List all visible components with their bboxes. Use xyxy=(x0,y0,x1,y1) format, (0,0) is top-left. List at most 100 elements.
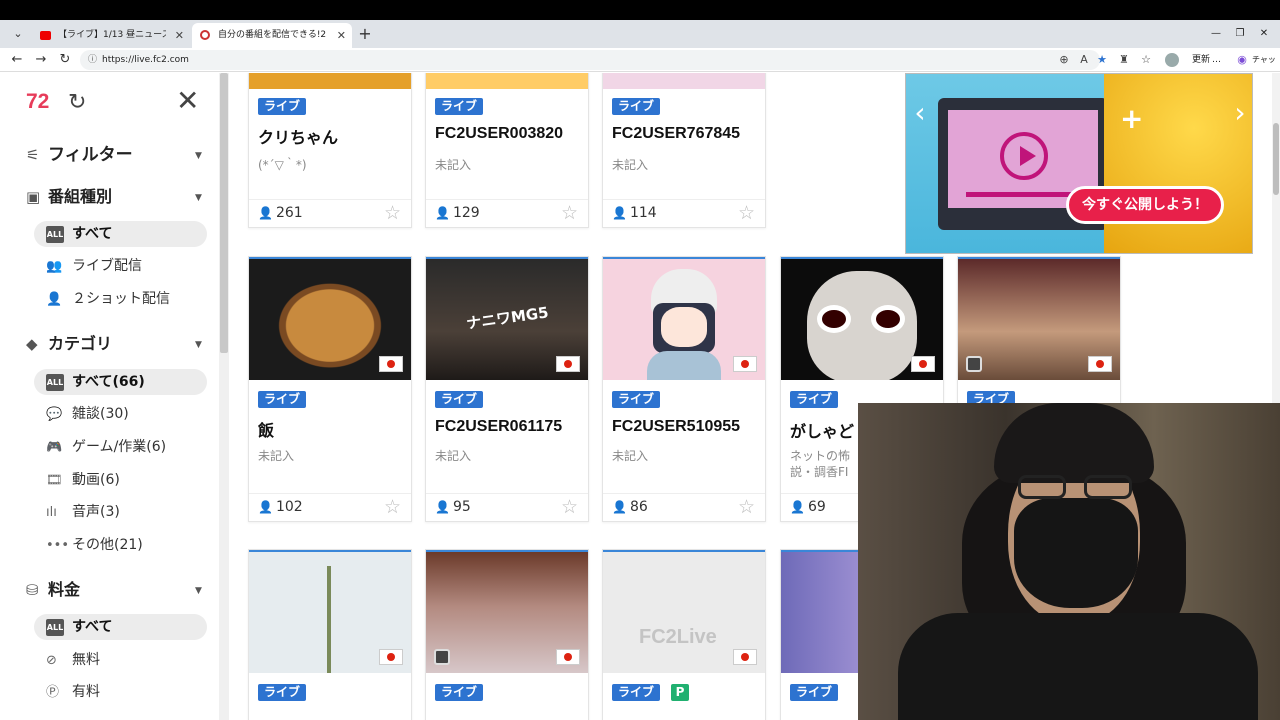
more-menu-icon[interactable]: … xyxy=(1212,51,1221,69)
favorite-star-icon[interactable]: ☆ xyxy=(738,202,755,224)
stream-thumbnail[interactable] xyxy=(249,550,411,673)
viewer-count: 👤 102 xyxy=(258,499,303,515)
category-audio[interactable]: ılı 音声(3) xyxy=(34,499,207,525)
stream-thumbnail[interactable] xyxy=(958,257,1120,380)
scrollbar-thumb[interactable] xyxy=(1273,123,1279,195)
favorite-star-icon[interactable]: ☆ xyxy=(384,202,401,224)
stream-thumbnail[interactable] xyxy=(603,257,765,380)
page-scrollbar[interactable] xyxy=(1272,73,1280,403)
section-title: カテゴリ xyxy=(48,334,113,353)
stream-thumbnail[interactable] xyxy=(781,257,943,380)
profile-avatar-icon[interactable] xyxy=(1165,53,1179,67)
zoom-icon[interactable]: ⊕ xyxy=(1056,51,1072,69)
url-field[interactable]: ⓘ https://live.fc2.com xyxy=(80,50,1100,70)
category-heading[interactable]: ◆ カテゴリ xyxy=(26,332,112,356)
site-info-icon[interactable]: ⓘ xyxy=(88,50,97,70)
favorite-star-icon[interactable]: ★ xyxy=(1094,51,1110,69)
extension-icon[interactable]: ♜ xyxy=(1116,51,1132,69)
close-window-icon[interactable]: ✕ xyxy=(1254,24,1274,44)
category-video[interactable]: 🎞 動画(6) xyxy=(34,467,207,493)
stream-thumbnail[interactable] xyxy=(249,257,411,380)
japan-flag-icon xyxy=(379,649,403,665)
program-type-two-shot[interactable]: 👤 ２ショット配信 xyxy=(34,286,207,312)
all-icon: ALL xyxy=(46,373,64,391)
favorite-star-icon[interactable]: ☆ xyxy=(384,496,401,518)
stream-card[interactable]: ナニワMG5 ライブ FC2USER061175 未記入 👤 95 ☆ xyxy=(425,256,589,522)
program-type-heading[interactable]: ▣ 番組種別 xyxy=(26,185,112,209)
plant-stem xyxy=(327,566,331,673)
stream-name: FC2USER510955 xyxy=(612,418,741,435)
favorite-star-icon[interactable]: ☆ xyxy=(561,202,578,224)
stream-description: (*´▽｀*) xyxy=(258,158,307,172)
category-game[interactable]: 🎮 ゲーム/作業(6) xyxy=(34,434,207,460)
category-all[interactable]: ALL すべて(66) xyxy=(34,369,207,395)
plus-icon: + xyxy=(1120,102,1144,135)
program-type-live[interactable]: 👥 ライブ配信 xyxy=(34,253,207,279)
refresh-icon[interactable]: ↻ xyxy=(68,90,86,115)
price-heading[interactable]: ⛁ 料金 xyxy=(26,578,80,602)
tab-close-icon[interactable]: ✕ xyxy=(175,23,184,48)
category-chat[interactable]: 💬 雑談(30) xyxy=(34,401,207,427)
program-type-all[interactable]: ALL すべて xyxy=(34,221,207,247)
ad-cta-button[interactable]: 今すぐ公開しよう！ xyxy=(1066,186,1224,224)
ad-next-icon[interactable]: › xyxy=(1226,96,1252,129)
collections-icon[interactable]: ☆ xyxy=(1138,51,1154,69)
play-icon xyxy=(1000,132,1048,180)
caret-down-icon[interactable]: ▼ xyxy=(195,151,202,161)
filter-heading[interactable]: ⚟ フィルター xyxy=(26,143,133,167)
filter-title: フィルター xyxy=(48,145,133,165)
sidebar-scrollbar[interactable] xyxy=(219,73,229,720)
favorite-star-icon[interactable]: ☆ xyxy=(561,496,578,518)
viewer-count: 👤 95 xyxy=(435,499,471,515)
chat-label[interactable]: チャット xyxy=(1252,51,1280,82)
stream-thumbnail[interactable] xyxy=(603,73,765,89)
scrollbar-thumb[interactable] xyxy=(220,73,228,353)
japan-flag-icon xyxy=(1088,356,1112,372)
stream-card[interactable]: ライブ FC2USER003820 未記入 👤 129 ☆ xyxy=(425,73,589,228)
stream-card[interactable]: ライブ FC2USER510955 未記入 👤 86 ☆ xyxy=(602,256,766,522)
stream-thumbnail[interactable] xyxy=(426,73,588,89)
person-icon: 👤 xyxy=(435,500,450,514)
new-tab-icon[interactable]: + xyxy=(356,24,374,44)
program-type-icon: ▣ xyxy=(26,188,41,206)
favorite-star-icon[interactable]: ☆ xyxy=(738,496,755,518)
category-other[interactable]: ••• その他(21) xyxy=(34,532,207,558)
live-badge: ライブ xyxy=(435,98,483,115)
stream-name: FC2USER003820 xyxy=(435,125,564,142)
minimize-icon[interactable]: — xyxy=(1206,24,1226,44)
refresh-label[interactable]: 更新 xyxy=(1192,51,1210,69)
stream-thumbnail[interactable]: FC2Live xyxy=(603,550,765,673)
ad-prev-icon[interactable]: ‹ xyxy=(906,96,934,129)
caret-down-icon[interactable]: ▼ xyxy=(195,193,202,203)
price-all[interactable]: ALL すべて xyxy=(34,614,207,640)
back-icon[interactable]: ← xyxy=(8,50,26,70)
tab-close-icon[interactable]: ✕ xyxy=(337,23,346,48)
tab-list-chevron-icon[interactable]: ⌄ xyxy=(8,25,28,43)
tab-youtube[interactable]: 【ライブ】1/13 昼ニュースまとめ 最新情報 ✕ xyxy=(32,23,190,48)
copilot-icon[interactable]: ◉ xyxy=(1234,51,1250,69)
caret-down-icon[interactable]: ▼ xyxy=(195,586,202,596)
stream-card[interactable]: ライブ クリちゃん (*´▽｀*) 👤 261 ☆ xyxy=(248,73,412,228)
tab-fc2-live[interactable]: 自分の番組を配信できる!2人だけでラ ✕ xyxy=(192,23,352,48)
read-aloud-icon[interactable]: A xyxy=(1076,51,1092,69)
price-paid[interactable]: Ⓟ 有料 xyxy=(34,679,207,705)
close-icon[interactable]: ✕ xyxy=(176,87,199,115)
caret-down-icon[interactable]: ▼ xyxy=(195,340,202,350)
forward-icon[interactable]: → xyxy=(32,50,50,70)
restore-icon[interactable]: ❐ xyxy=(1230,24,1250,44)
stream-thumbnail[interactable] xyxy=(249,73,411,89)
stream-card[interactable]: ライブ FC2USER767845 未記入 👤 114 ☆ xyxy=(602,73,766,228)
stream-card[interactable]: FC2Live ライブ P xyxy=(602,549,766,720)
reload-icon[interactable]: ↻ xyxy=(56,50,74,70)
price-free[interactable]: ⊘ 無料 xyxy=(34,647,207,673)
stream-card[interactable]: ライブ 飯 未記入 👤 102 ☆ xyxy=(248,256,412,522)
live-badge: ライブ xyxy=(612,684,660,701)
japan-flag-icon xyxy=(556,649,580,665)
ad-banner[interactable]: + 今すぐ公開しよう！ ‹ › xyxy=(905,73,1253,254)
stream-thumbnail[interactable] xyxy=(426,550,588,673)
glasses-lens xyxy=(1018,475,1066,499)
japan-flag-icon xyxy=(556,356,580,372)
stream-card[interactable]: ライブ xyxy=(248,549,412,720)
stream-card[interactable]: ライブ xyxy=(425,549,589,720)
stream-thumbnail[interactable]: ナニワMG5 xyxy=(426,257,588,380)
